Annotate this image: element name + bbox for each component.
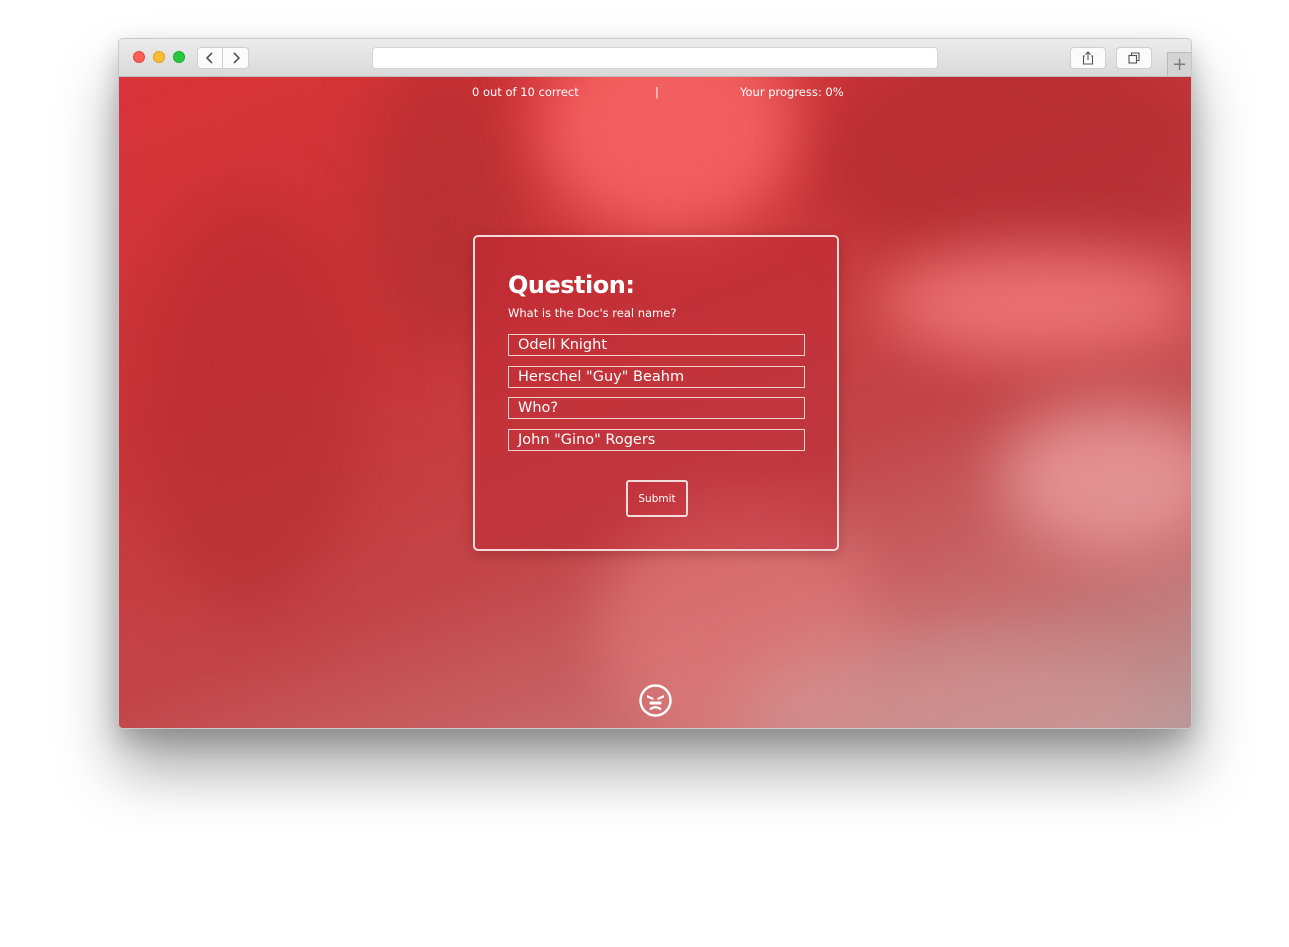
- background-blur: [139, 197, 359, 617]
- share-icon: [1082, 51, 1094, 65]
- new-tab-button[interactable]: +: [1167, 52, 1191, 76]
- maximize-window-button[interactable]: [173, 51, 185, 63]
- angry-face-icon: [639, 684, 672, 717]
- chevron-left-icon: [205, 52, 213, 64]
- submit-button[interactable]: Submit: [626, 480, 688, 517]
- answer-option[interactable]: Odell Knight: [508, 334, 805, 356]
- close-window-button[interactable]: [133, 51, 145, 63]
- title-bar: +: [119, 39, 1191, 77]
- chevron-right-icon: [232, 52, 240, 64]
- footer-logo[interactable]: [639, 684, 672, 717]
- back-button[interactable]: [197, 47, 223, 69]
- plus-icon: +: [1171, 53, 1188, 75]
- question-card: Question: What is the Doc's real name? O…: [473, 235, 839, 551]
- answer-list: Odell Knight Herschel "Guy" Beahm Who? J…: [508, 334, 805, 460]
- background-blur: [879, 247, 1191, 357]
- address-bar[interactable]: [372, 47, 938, 69]
- question-text: What is the Doc's real name?: [508, 306, 677, 320]
- answer-option[interactable]: Herschel "Guy" Beahm: [508, 365, 805, 388]
- question-heading: Question:: [508, 271, 635, 299]
- minimize-window-button[interactable]: [153, 51, 165, 63]
- score-text: 0 out of 10 correct: [472, 85, 579, 99]
- share-button[interactable]: [1070, 47, 1106, 69]
- answer-option[interactable]: John "Gino" Rogers: [508, 428, 805, 451]
- browser-window: + 0 out of 10 correct | Your progress: 0…: [118, 38, 1192, 729]
- status-divider: |: [655, 85, 659, 99]
- status-bar: 0 out of 10 correct | Your progress: 0%: [119, 77, 1191, 107]
- tabs-icon: [1128, 52, 1140, 64]
- answer-option[interactable]: Who?: [508, 397, 805, 420]
- forward-button[interactable]: [223, 47, 249, 69]
- show-tabs-button[interactable]: [1116, 47, 1152, 69]
- page-content: 0 out of 10 correct | Your progress: 0% …: [119, 77, 1191, 728]
- progress-text: Your progress: 0%: [740, 85, 844, 99]
